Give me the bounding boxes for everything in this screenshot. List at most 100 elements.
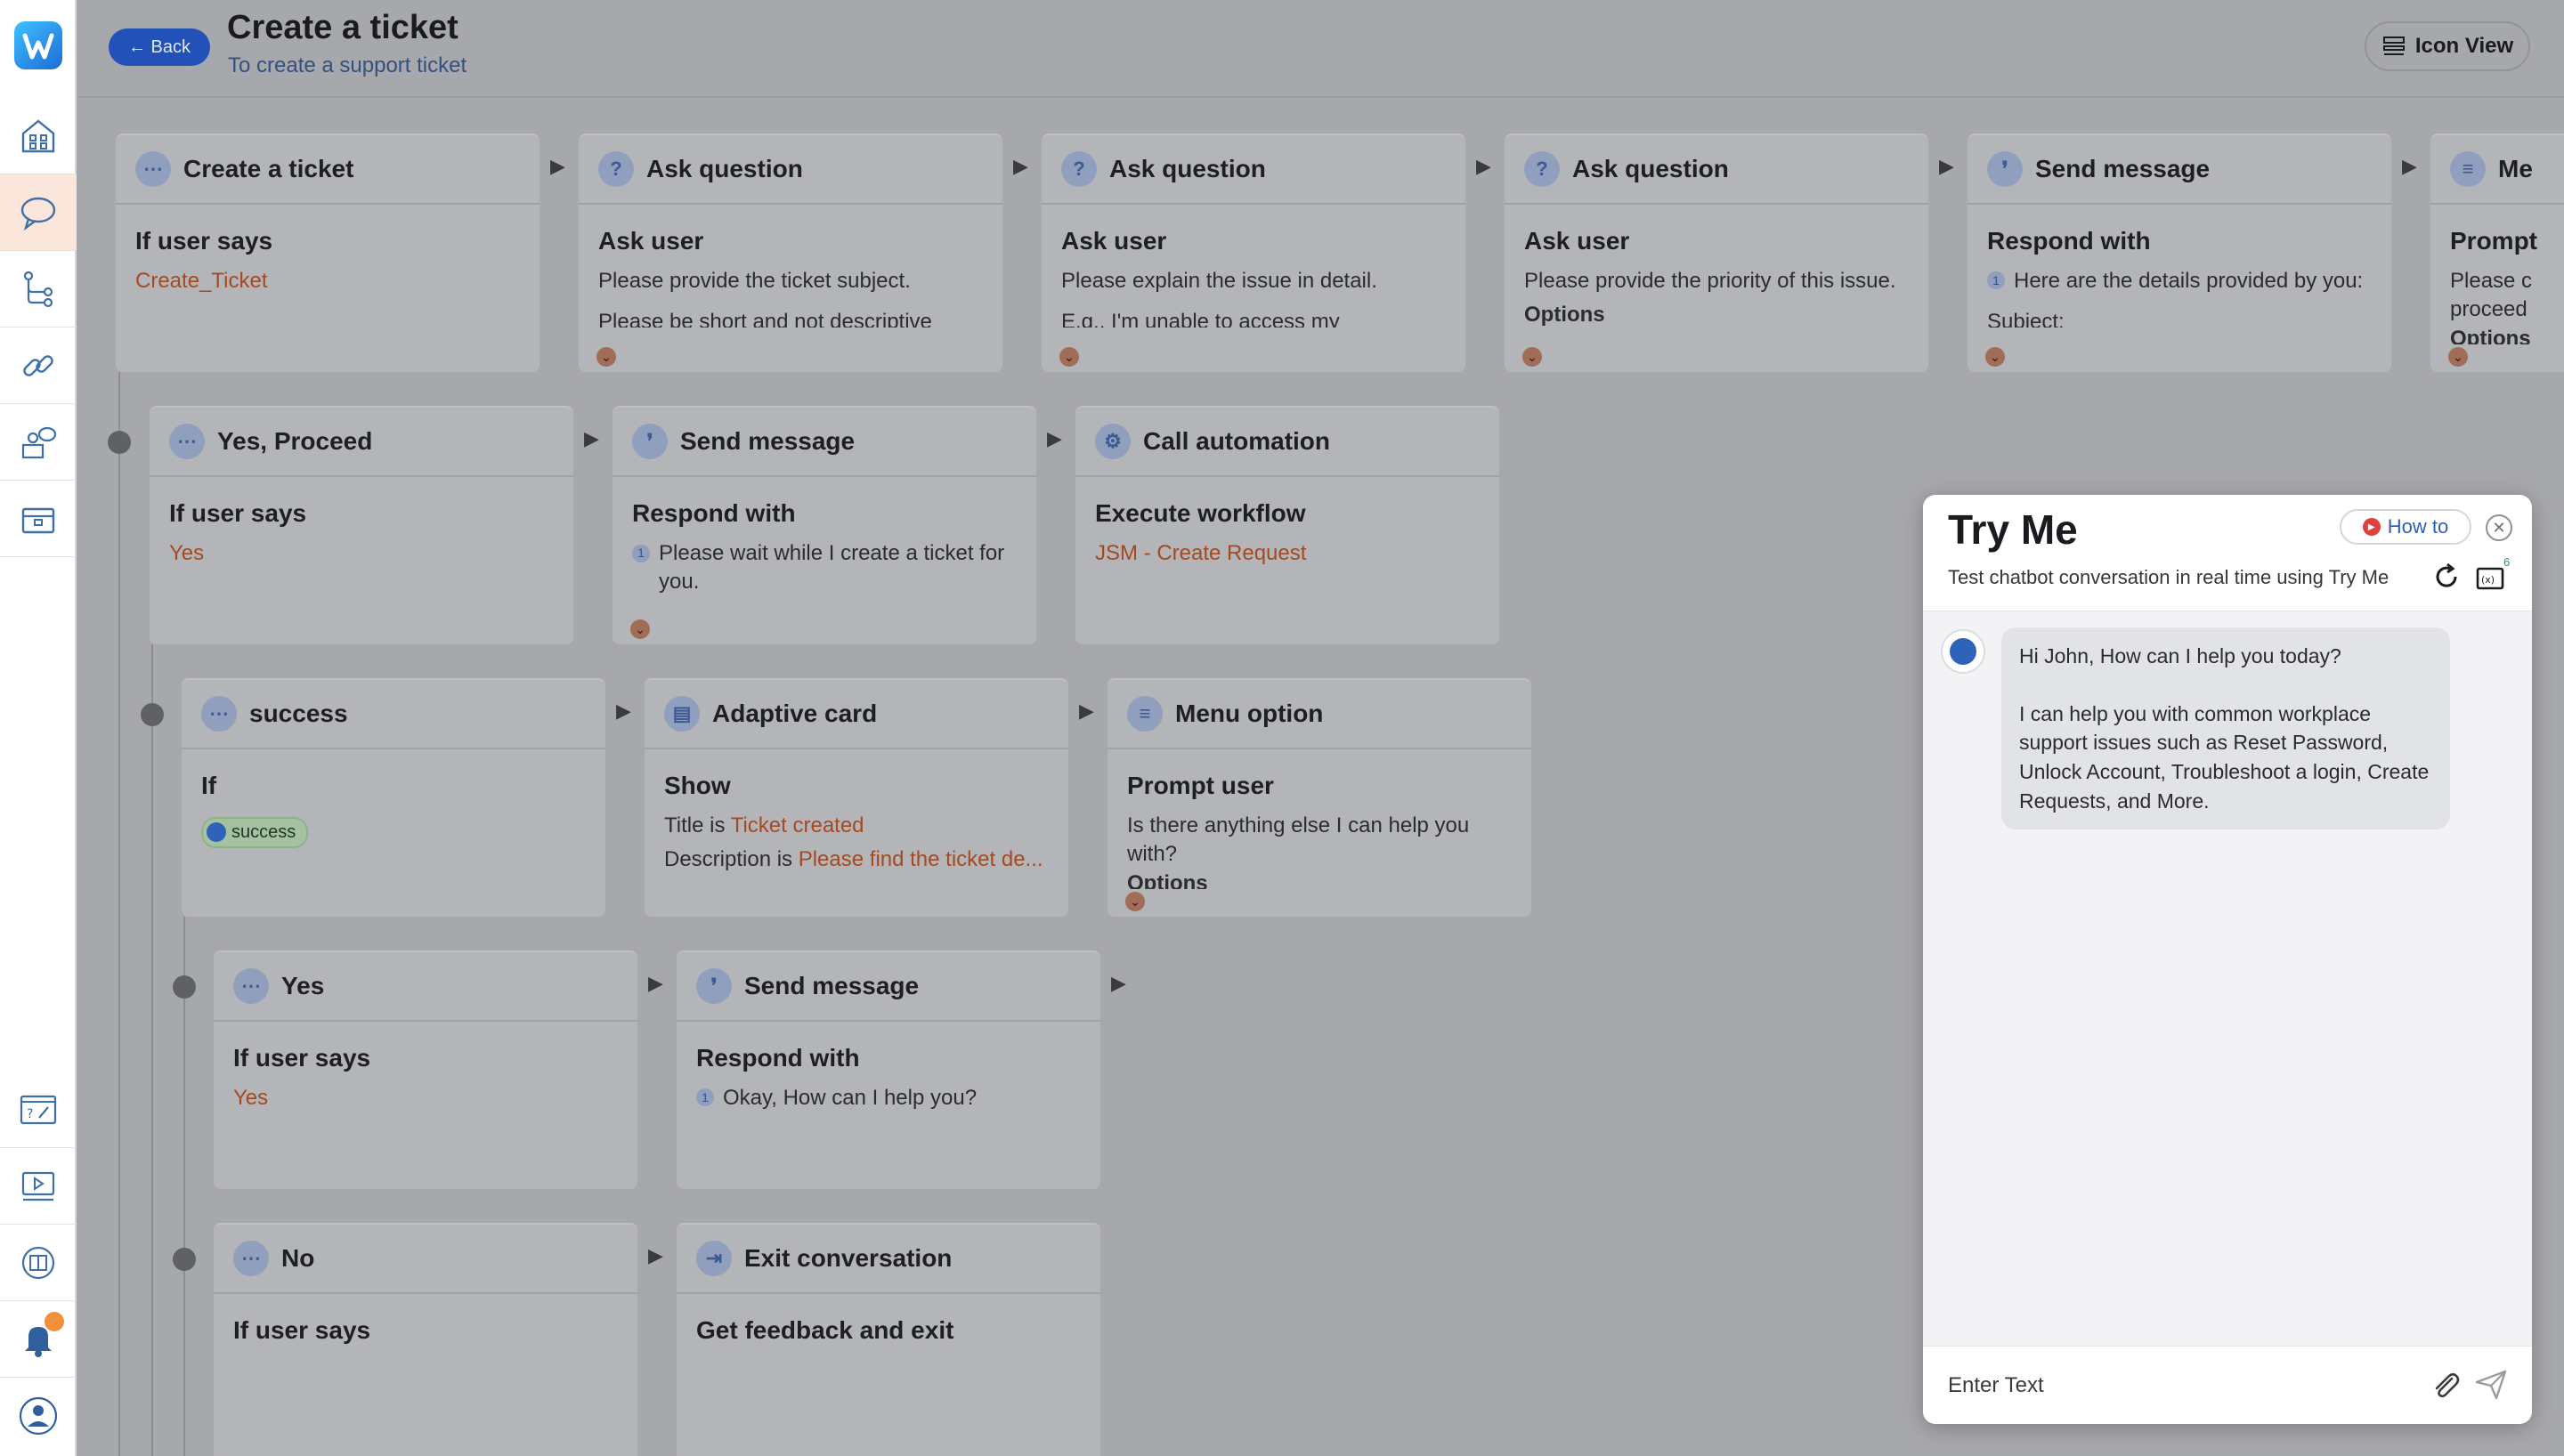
question-icon: ? — [1061, 151, 1097, 187]
refresh-icon[interactable] — [2430, 561, 2463, 593]
node-label: Ask user — [1061, 227, 1167, 255]
node-text: Please be short and not descriptive — [598, 310, 932, 328]
w-logo-icon[interactable] — [14, 21, 62, 69]
branch-dot[interactable] — [173, 1248, 196, 1271]
flow-arrow-icon: ▶ — [1111, 972, 1126, 994]
sidebar-item-integrations[interactable] — [0, 328, 77, 404]
node-options-label: Options — [1127, 870, 1208, 889]
close-icon[interactable]: ✕ — [2486, 514, 2512, 541]
branch-dot[interactable] — [173, 975, 196, 999]
node-send-message[interactable]: ❜ Send message Respond with 1 Please wait … — [613, 406, 1036, 644]
node-value: JSM - Create Request — [1095, 540, 1307, 565]
variables-count: 6 — [2503, 555, 2511, 569]
card-icon: ▤ — [664, 696, 700, 732]
expand-chevron-icon[interactable]: ⌄ — [1985, 347, 2005, 367]
how-to-button[interactable]: ▶ How to — [2340, 509, 2471, 545]
chat-bubble-icon — [18, 192, 59, 233]
branch-dot[interactable] — [108, 431, 131, 454]
sidebar-item-home[interactable] — [0, 98, 77, 174]
node-label: Execute workflow — [1095, 499, 1306, 527]
flow-arrow-icon: ▶ — [1079, 700, 1094, 722]
node-ask-question[interactable]: ? Ask question Ask user Please explain th… — [1042, 133, 1465, 372]
sidebar-item-workflows[interactable] — [0, 251, 77, 328]
node-text: E.g., I'm unable to access my — [1061, 310, 1340, 328]
sidebar-item-tutorials[interactable] — [0, 1148, 77, 1225]
list-view-icon — [2381, 34, 2406, 59]
message-icon: ❜ — [1987, 151, 2023, 187]
exit-icon: ⇥ — [696, 1241, 732, 1276]
node-ask-question[interactable]: ? Ask question Ask user Please provide th… — [579, 133, 1002, 372]
sidebar-item-knowledge[interactable] — [0, 1225, 77, 1301]
sidebar-item-chats[interactable] — [0, 174, 77, 251]
node-success[interactable]: ⋯ success If success — [182, 678, 605, 917]
node-no[interactable]: ⋯ No If user says — [214, 1223, 637, 1456]
expand-chevron-icon[interactable]: ⌄ — [630, 619, 650, 639]
sidebar-item-profile[interactable] — [0, 1378, 77, 1454]
sidebar-item-faq[interactable]: ? — [0, 1072, 77, 1148]
node-title: Menu option — [1175, 700, 1324, 727]
node-call-automation[interactable]: ⚙ Call automation Execute workflow JSM - … — [1075, 406, 1499, 644]
node-title: Exit conversation — [744, 1244, 953, 1272]
expand-chevron-icon[interactable]: ⌄ — [2448, 347, 2468, 367]
node-ask-question[interactable]: ? Ask question Ask user Please provide th… — [1505, 133, 1928, 372]
attachment-icon[interactable] — [2429, 1368, 2463, 1402]
user-avatar-icon — [18, 1395, 59, 1436]
question-icon: ? — [598, 151, 634, 187]
expand-chevron-icon[interactable]: ⌄ — [1059, 347, 1079, 367]
node-menu-option[interactable]: ≡ Menu option Prompt user Is there anythi… — [1108, 678, 1531, 917]
node-yes-proceed[interactable]: ⋯ Yes, Proceed If user says Yes — [150, 406, 573, 644]
send-icon[interactable] — [2473, 1366, 2509, 1402]
flow-arrow-icon: ▶ — [1476, 155, 1491, 177]
node-title: Ask question — [646, 155, 803, 182]
node-label: If — [201, 772, 217, 799]
node-label: Ask user — [1524, 227, 1630, 255]
node-title: Send message — [680, 427, 856, 455]
field-prefix: Title is — [664, 813, 726, 837]
node-value: Create_Ticket — [135, 268, 268, 293]
sidebar-item-marketplace[interactable] — [0, 481, 77, 557]
flow-arrow-icon: ▶ — [1047, 427, 1062, 449]
sidebar-item-notifications[interactable] — [0, 1301, 77, 1378]
left-sidebar: ? — [0, 0, 77, 1456]
node-label: Respond with — [1987, 227, 2151, 255]
page-subtitle: To create a support ticket — [228, 53, 467, 77]
node-adaptive-card[interactable]: ▤ Adaptive card Show Title is Ticket crea… — [645, 678, 1068, 917]
node-exit-conversation[interactable]: ⇥ Exit conversation Get feedback and exit — [677, 1223, 1100, 1456]
try-me-title: Try Me — [1948, 506, 2078, 553]
node-label: Prompt — [2450, 227, 2537, 255]
sidebar-item-agents[interactable] — [0, 404, 77, 481]
try-me-panel: Try Me ▶ How to ✕ Test chatbot conversat… — [1923, 495, 2532, 1424]
node-text: Subject: — [1987, 310, 2065, 328]
icon-view-button[interactable]: Icon View — [2365, 21, 2530, 71]
node-send-message[interactable]: ❜ Send message Respond with 1 Okay, How ca… — [677, 950, 1100, 1189]
node-title: Ask question — [1109, 155, 1266, 182]
chat-icon: ⋯ — [233, 968, 269, 1004]
back-button[interactable]: ← Back — [109, 28, 210, 66]
node-title: Ask question — [1572, 155, 1729, 182]
agent-desk-icon — [18, 422, 59, 463]
chat-area: Hi John, How can I help you today? I can… — [1923, 611, 2532, 1346]
expand-chevron-icon[interactable]: ⌄ — [596, 347, 616, 367]
expand-chevron-icon[interactable]: ⌄ — [1125, 892, 1145, 911]
node-label: If user says — [233, 1044, 371, 1072]
icon-view-label: Icon View — [2414, 34, 2514, 58]
node-yes[interactable]: ⋯ Yes If user says Yes — [214, 950, 637, 1189]
step-number: 1 — [696, 1088, 714, 1107]
node-text: proceed — [2450, 297, 2527, 322]
node-menu-option[interactable]: ≡ Me Prompt Please c proceed Options ⌄ — [2430, 133, 2564, 372]
bot-icon — [1950, 638, 1976, 665]
flow-arrow-icon: ▶ — [616, 700, 631, 722]
node-create-ticket[interactable]: ⋯ Create a ticket If user says Create_Tic… — [116, 133, 540, 372]
branch-dot[interactable] — [141, 703, 164, 726]
chat-text-input[interactable] — [1948, 1368, 2411, 1403]
node-value: Yes — [169, 540, 205, 565]
try-me-subtitle: Test chatbot conversation in real time u… — [1948, 566, 2390, 588]
node-options-label: Options — [1524, 303, 1605, 328]
node-send-message[interactable]: ❜ Send message Respond with 1 Here are the… — [1968, 133, 2391, 372]
flow-arrow-icon: ▶ — [648, 1244, 663, 1266]
expand-chevron-icon[interactable]: ⌄ — [1522, 347, 1542, 367]
flow-arrow-icon: ▶ — [1013, 155, 1028, 177]
branch-line — [151, 644, 153, 1456]
page-title: Create a ticket — [227, 9, 458, 46]
node-label: If user says — [135, 227, 273, 255]
